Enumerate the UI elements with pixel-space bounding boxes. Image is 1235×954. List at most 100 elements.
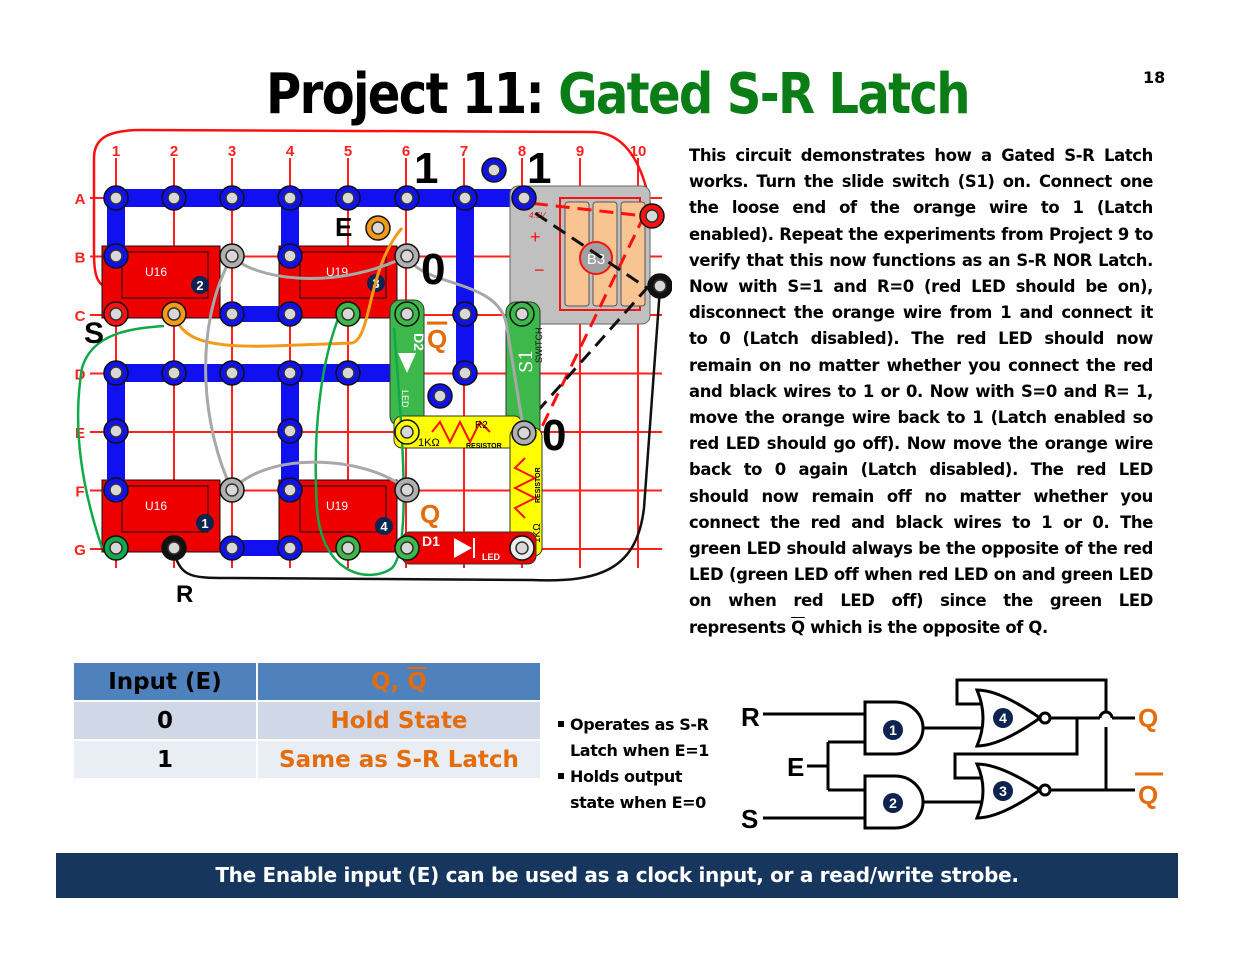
snap-post-center <box>283 541 297 555</box>
snap-post-center <box>400 425 414 439</box>
snap-post-center <box>283 307 297 321</box>
snap-post-center <box>109 424 123 438</box>
snap-post-center <box>400 249 414 263</box>
grid-column-label: 1 <box>112 143 120 160</box>
snap-post-center <box>283 424 297 438</box>
snap-post-center <box>225 191 239 205</box>
snap-post-center <box>458 191 472 205</box>
grid-column-label: 6 <box>402 143 410 160</box>
snap-post-center <box>283 366 297 380</box>
snap-post-center <box>109 307 123 321</box>
logic-schematic: 1 2 3 4 R E S Q Q <box>741 678 1163 834</box>
d2-led-label: LED <box>400 390 410 408</box>
bullet-icon <box>558 773 564 779</box>
note-line: Holds output <box>570 767 683 786</box>
snap-post-center <box>515 307 529 321</box>
snap-post-center <box>225 366 239 380</box>
u16-bottom-label: U16 <box>145 499 167 513</box>
input-s-label: S <box>741 804 758 834</box>
snap-post-center <box>400 307 414 321</box>
plus-sign: + <box>530 227 541 247</box>
note-line: Operates as S-R <box>570 715 709 734</box>
snap-post-center <box>225 541 239 555</box>
grid-column-label: 3 <box>228 143 236 160</box>
cell-input: 0 <box>74 702 256 739</box>
header-qbar: Q <box>407 668 427 695</box>
label-one-left: 1 <box>414 144 438 193</box>
table-row: 0 Hold State <box>74 702 540 739</box>
minus-sign: − <box>534 260 545 280</box>
output-q-label: Q <box>1138 703 1158 733</box>
gate-badge: 1 <box>201 516 208 531</box>
description-qbar: Q <box>791 617 805 637</box>
snap-post-center <box>167 541 181 555</box>
note-line: state when E=0 <box>570 793 706 812</box>
r2-label: R2 <box>475 420 488 431</box>
snap-post-center <box>400 483 414 497</box>
snap-post-center <box>225 483 239 497</box>
snap-post-center <box>341 191 355 205</box>
snap-post-center <box>458 366 472 380</box>
snap-post-center <box>341 541 355 555</box>
note-line: Latch when E=1 <box>570 741 709 760</box>
snap-post-center <box>109 366 123 380</box>
grid-column-label: 9 <box>576 143 584 160</box>
notes-list: Operates as S-R Latch when E=1 Holds out… <box>558 712 709 816</box>
snap-post-center <box>283 191 297 205</box>
switch-label: SWITCH <box>534 328 544 364</box>
snap-post-center <box>517 191 531 205</box>
d2-label: D2 <box>411 333 427 351</box>
d1-led-label: LED <box>482 552 501 562</box>
grid-column-label: 5 <box>344 143 352 160</box>
grid-row-label: G <box>74 542 86 559</box>
snap-post-center <box>109 483 123 497</box>
grid-column-label: 4 <box>286 143 295 160</box>
page-title: Project 11: Gated S-R Latch <box>86 62 1148 127</box>
title-prefix: Project 11: <box>266 62 545 127</box>
description-tail: which is the opposite of Q. <box>804 617 1048 637</box>
cell-output: Same as S-R Latch <box>258 741 540 778</box>
r-vertical-resistor-label: RESISTOR <box>535 467 542 503</box>
snap-post-center <box>515 541 529 555</box>
note-item: Operates as S-R Latch when E=1 <box>558 712 709 764</box>
snap-post-center <box>167 366 181 380</box>
title-main: Gated S-R Latch <box>558 62 970 127</box>
r2-ohms: 1KΩ <box>418 437 440 449</box>
snap-post-center <box>653 279 667 293</box>
snap-post-center <box>458 307 472 321</box>
bullet-icon <box>558 721 564 727</box>
grid-row-label: A <box>75 191 86 208</box>
description: This circuit demonstrates how a Gated S-… <box>689 143 1153 641</box>
output-qbar-label: Q <box>1138 780 1158 810</box>
input-r-label: R <box>741 702 760 732</box>
gate-badge: 2 <box>196 278 203 293</box>
header-q: Q, <box>371 668 408 695</box>
snap-post-center <box>283 249 297 263</box>
footer-banner: The Enable input (E) can be used as a cl… <box>56 853 1178 898</box>
snap-post-center <box>645 209 659 223</box>
grid-row-label: F <box>75 484 84 501</box>
label-zero-bottom: 0 <box>542 411 566 460</box>
u19-bottom-label: U19 <box>326 499 348 513</box>
snap-post-center <box>225 307 239 321</box>
label-e: E <box>335 212 352 242</box>
r2-resistor-label: RESISTOR <box>466 443 502 450</box>
note-item: Holds output state when E=0 <box>558 764 709 816</box>
page-number: 18 <box>1143 68 1166 87</box>
snap-post-center <box>283 483 297 497</box>
gate-2-badge: 2 <box>889 795 897 811</box>
label-one-right: 1 <box>527 144 551 193</box>
grid-row-label: B <box>75 250 86 267</box>
snap-post-center <box>517 426 531 440</box>
snap-post-center <box>400 541 414 555</box>
u16-top-label: U16 <box>145 265 167 279</box>
grid-column-label: 8 <box>518 143 526 160</box>
gate-3-badge: 3 <box>999 783 1007 799</box>
snap-post-center <box>433 389 447 403</box>
label-qbar: Q <box>427 324 447 354</box>
label-zero-top: 0 <box>421 245 445 294</box>
truth-table: Input (E) Q, Q 0 Hold State 1 Same as S-… <box>72 661 542 780</box>
input-e-label: E <box>787 752 804 782</box>
snap-post-center <box>487 163 501 177</box>
snap-post-center <box>400 191 414 205</box>
